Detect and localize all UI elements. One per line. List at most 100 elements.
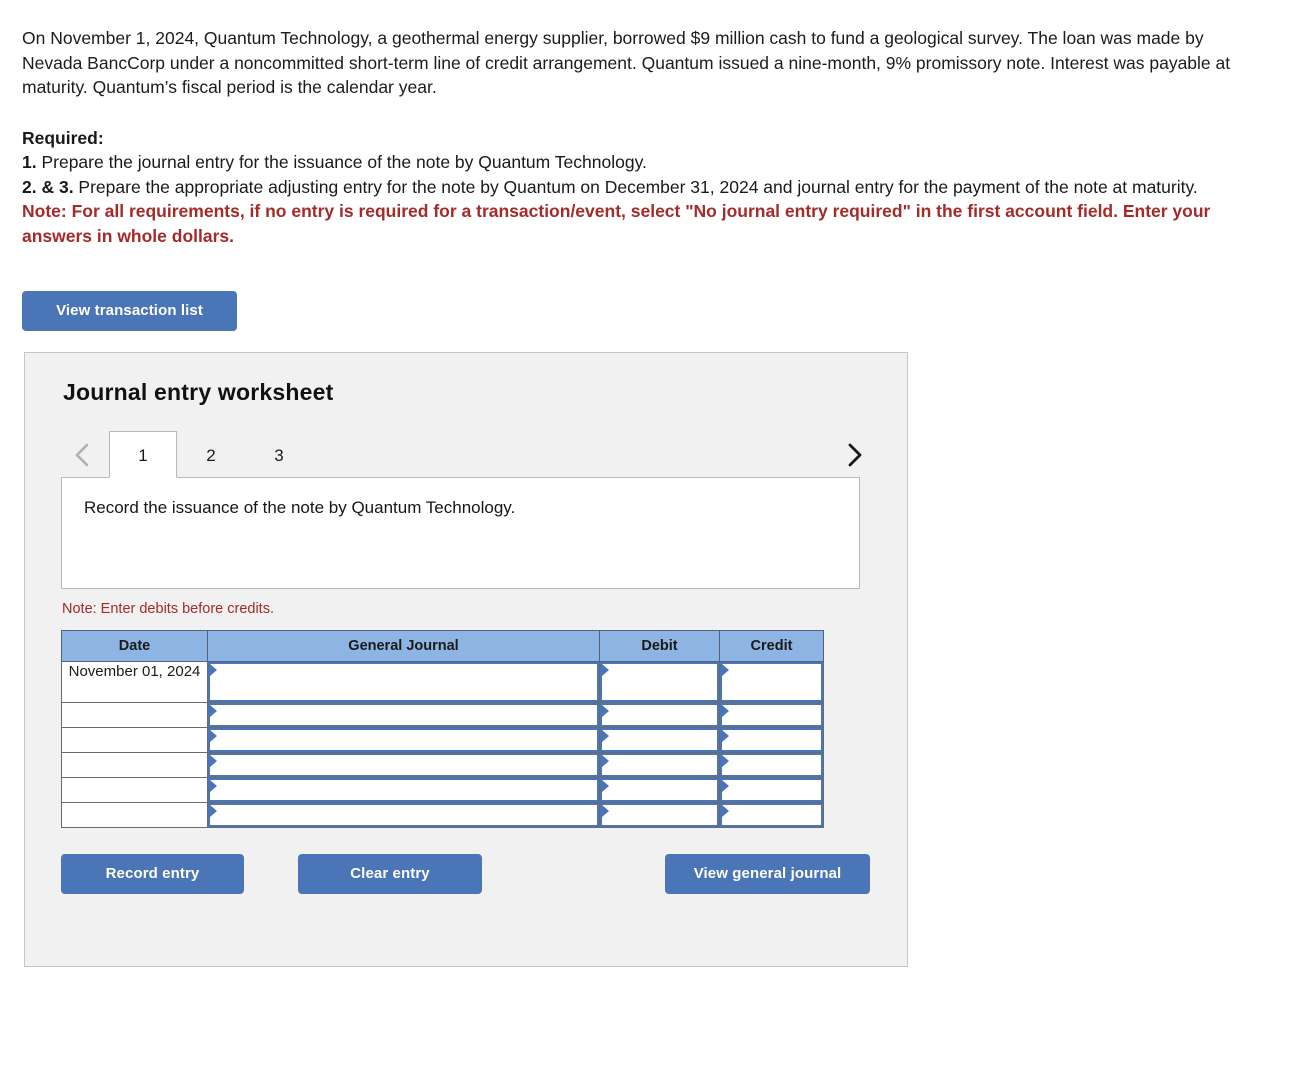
cell-date (61, 702, 208, 728)
table-row: November 01, 2024 (61, 661, 824, 703)
dropdown-marker-icon (722, 664, 729, 676)
required-item-1: 1. Prepare the journal entry for the iss… (22, 150, 1268, 175)
dropdown-marker-icon (210, 730, 217, 742)
debit-input[interactable] (600, 662, 719, 702)
credit-input[interactable] (720, 803, 823, 827)
column-header-credit: Credit (719, 630, 824, 662)
column-header-debit: Debit (599, 630, 720, 662)
column-header-general-journal: General Journal (207, 630, 600, 662)
general-journal-input[interactable] (208, 778, 599, 802)
cell-credit (719, 727, 824, 753)
required-item-2-text: Prepare the appropriate adjusting entry … (73, 176, 1198, 197)
note-enter-debits-before-credits: Note: Enter debits before credits. (62, 601, 274, 617)
table-row (61, 752, 824, 778)
general-journal-input[interactable] (208, 803, 599, 827)
view-general-journal-button[interactable]: View general journal (665, 854, 870, 894)
dropdown-marker-icon (210, 805, 217, 817)
dropdown-marker-icon (722, 705, 729, 717)
required-heading: Required: (22, 127, 104, 148)
credit-input[interactable] (720, 753, 823, 777)
dropdown-marker-icon (210, 755, 217, 767)
problem-statement: On November 1, 2024, Quantum Technology,… (22, 26, 1268, 100)
general-journal-input[interactable] (208, 728, 599, 752)
dropdown-marker-icon (722, 805, 729, 817)
general-journal-input[interactable] (208, 703, 599, 727)
worksheet-instruction-text: Record the issuance of the note by Quant… (84, 498, 516, 517)
journal-entry-table: Date General Journal Debit Credit Novemb… (61, 630, 824, 828)
cell-date (61, 727, 208, 753)
cell-general-journal (207, 727, 600, 753)
required-item-1-number: 1. (22, 152, 37, 172)
table-header-row: Date General Journal Debit Credit (61, 630, 824, 662)
required-item-2-number: 2. & 3. (22, 176, 74, 197)
dropdown-marker-icon (602, 780, 609, 792)
cell-date: November 01, 2024 (61, 661, 208, 703)
cell-general-journal (207, 752, 600, 778)
chevron-left-icon[interactable] (67, 439, 97, 471)
table-row (61, 777, 824, 803)
tab-1[interactable]: 1 (109, 431, 177, 478)
required-item-1-text: Prepare the journal entry for the issuan… (36, 152, 647, 172)
record-entry-button[interactable]: Record entry (61, 854, 244, 894)
cell-credit (719, 752, 824, 778)
cell-date (61, 802, 208, 828)
credit-input[interactable] (720, 662, 823, 702)
cell-debit (599, 777, 720, 803)
tab-3[interactable]: 3 (245, 431, 313, 478)
general-journal-input[interactable] (208, 753, 599, 777)
debit-input[interactable] (600, 728, 719, 752)
cell-general-journal (207, 702, 600, 728)
required-section: Required: 1. Prepare the journal entry f… (22, 126, 1268, 249)
cell-debit (599, 661, 720, 703)
table-row (61, 802, 824, 828)
dropdown-marker-icon (602, 730, 609, 742)
worksheet-instruction-box: Record the issuance of the note by Quant… (61, 477, 860, 589)
credit-input[interactable] (720, 778, 823, 802)
cell-credit (719, 802, 824, 828)
worksheet-title: Journal entry worksheet (63, 379, 334, 405)
column-header-date: Date (61, 630, 208, 662)
credit-input[interactable] (720, 703, 823, 727)
view-transaction-list-button[interactable]: View transaction list (22, 291, 237, 331)
debit-input[interactable] (600, 778, 719, 802)
debit-input[interactable] (600, 703, 719, 727)
view-transaction-list-container: View transaction list (22, 291, 1308, 331)
cell-general-journal (207, 661, 600, 703)
problem-paragraph: On November 1, 2024, Quantum Technology,… (22, 28, 1231, 97)
dropdown-marker-icon (722, 780, 729, 792)
table-row (61, 727, 824, 753)
dropdown-marker-icon (210, 705, 217, 717)
required-red-note: Note: For all requirements, if no entry … (22, 201, 1211, 246)
dropdown-marker-icon (210, 780, 217, 792)
tab-2[interactable]: 2 (177, 431, 245, 478)
cell-debit (599, 752, 720, 778)
dropdown-marker-icon (722, 755, 729, 767)
debit-input[interactable] (600, 753, 719, 777)
cell-debit (599, 802, 720, 828)
debit-input[interactable] (600, 803, 719, 827)
cell-debit (599, 727, 720, 753)
general-journal-input[interactable] (208, 662, 599, 702)
chevron-right-icon[interactable] (839, 439, 869, 471)
cell-debit (599, 702, 720, 728)
worksheet-tabbar: 1 2 3 (61, 431, 873, 478)
worksheet-tabs: 1 2 3 (109, 431, 313, 478)
cell-general-journal (207, 777, 600, 803)
cell-general-journal (207, 802, 600, 828)
dropdown-marker-icon (722, 730, 729, 742)
cell-credit (719, 702, 824, 728)
dropdown-marker-icon (602, 805, 609, 817)
worksheet-footer: Record entry Clear entry View general jo… (61, 854, 871, 894)
dropdown-marker-icon (602, 755, 609, 767)
credit-input[interactable] (720, 728, 823, 752)
dropdown-marker-icon (210, 664, 217, 676)
cell-credit (719, 661, 824, 703)
cell-credit (719, 777, 824, 803)
required-item-2: 2. & 3. Prepare the appropriate adjustin… (22, 175, 1268, 200)
table-row (61, 702, 824, 728)
journal-entry-worksheet-panel: Journal entry worksheet 1 2 3 Record the… (24, 352, 908, 967)
dropdown-marker-icon (602, 705, 609, 717)
dropdown-marker-icon (602, 664, 609, 676)
cell-date (61, 777, 208, 803)
clear-entry-button[interactable]: Clear entry (298, 854, 482, 894)
